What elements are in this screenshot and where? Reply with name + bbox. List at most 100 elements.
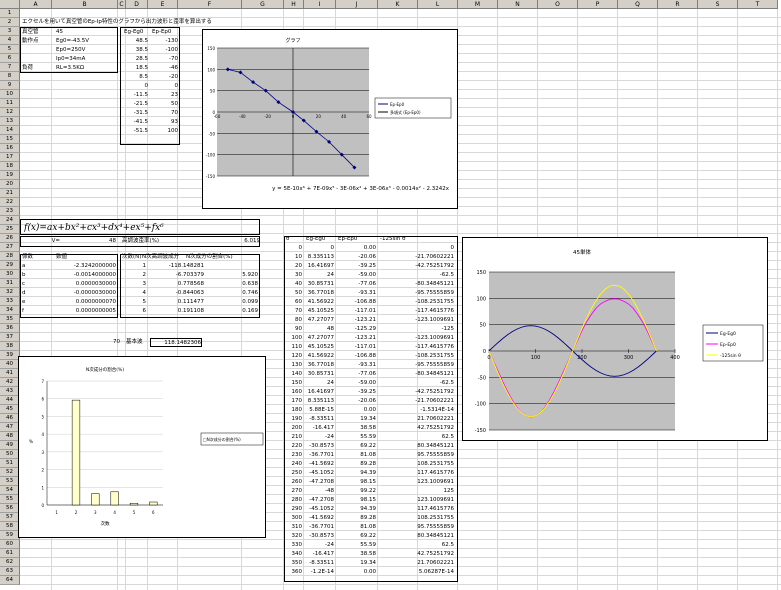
row-header-45[interactable]: 45	[0, 405, 20, 414]
egep-cell[interactable]: 0	[150, 82, 179, 91]
harm-order[interactable]: 5	[122, 298, 147, 307]
column-header-r[interactable]: R	[658, 0, 698, 9]
row-header-28[interactable]: 28	[0, 252, 20, 261]
theta-cell[interactable]: 50	[286, 289, 302, 298]
row-header-21[interactable]: 21	[0, 189, 20, 198]
theta-cell[interactable]: 48	[304, 325, 334, 334]
row-header-56[interactable]: 56	[0, 504, 20, 513]
theta-cell[interactable]: -47.2708	[304, 478, 334, 487]
formula[interactable]: f(x)=ax+bx²+cx³+dx⁴+ex⁵+fx⁶	[24, 222, 164, 234]
theta-header[interactable]: Ep-Ep0	[338, 235, 378, 244]
theta-cell[interactable]: -30.8573	[304, 532, 334, 541]
egep-cell[interactable]: -70	[150, 55, 178, 64]
theta-cell[interactable]: 117.4615776	[378, 469, 454, 478]
harm-ratio[interactable]	[206, 262, 258, 271]
column-header-s[interactable]: S	[698, 0, 738, 9]
coef-name[interactable]: e	[22, 298, 50, 307]
theta-cell[interactable]: 40	[286, 280, 302, 289]
theta-cell[interactable]: 108.2531755	[378, 514, 454, 523]
theta-cell[interactable]: 47.27077	[304, 334, 334, 343]
coef-name[interactable]: b	[22, 271, 50, 280]
theta-cell[interactable]: 42.75251792	[378, 550, 454, 559]
column-header-p[interactable]: P	[578, 0, 618, 9]
theta-cell[interactable]: 89.28	[336, 460, 376, 469]
row-header-10[interactable]: 10	[0, 90, 20, 99]
row-header-2[interactable]: 2	[0, 18, 20, 27]
coef-value[interactable]: 0.0000000005	[54, 307, 116, 316]
theta-cell[interactable]: 210	[286, 433, 303, 442]
harm-order[interactable]: 4	[122, 289, 147, 298]
theta-cell[interactable]: 36.77018	[304, 361, 334, 370]
theta-cell[interactable]: 330	[286, 541, 303, 550]
harm-component[interactable]: -6.703379	[148, 271, 204, 280]
param-label[interactable]: 動作点	[22, 37, 52, 46]
theta-cell[interactable]: 110	[286, 343, 303, 352]
row-header-5[interactable]: 5	[0, 45, 20, 54]
theta-cell[interactable]: 20	[286, 262, 302, 271]
row-header-57[interactable]: 57	[0, 513, 20, 522]
theta-cell[interactable]: -30.8573	[304, 442, 334, 451]
row-header-15[interactable]: 15	[0, 135, 20, 144]
theta-cell[interactable]: -20.06	[336, 397, 376, 406]
harm-ratio[interactable]: 0.746	[206, 289, 258, 298]
theta-cell[interactable]: -45.1052	[304, 505, 334, 514]
theta-cell[interactable]: -42.75251792	[378, 388, 454, 397]
egep-cell[interactable]: 0	[122, 82, 149, 91]
theta-cell[interactable]: 19.34	[336, 559, 376, 568]
param-value[interactable]: Eg0=-43.5V	[56, 37, 116, 46]
row-header-41[interactable]: 41	[0, 369, 20, 378]
theta-cell[interactable]: 41.56922	[304, 352, 334, 361]
theta-cell[interactable]: 0	[304, 244, 335, 253]
theta-cell[interactable]: -95.75555859	[378, 361, 454, 370]
row-header-4[interactable]: 4	[0, 36, 20, 45]
row-header-54[interactable]: 54	[0, 486, 20, 495]
theta-cell[interactable]: 24	[304, 379, 334, 388]
column-header-t[interactable]: T	[738, 0, 778, 9]
coef-name[interactable]: a	[22, 262, 50, 271]
row-header-64[interactable]: 64	[0, 576, 20, 585]
row-header-30[interactable]: 30	[0, 270, 20, 279]
harm-component[interactable]: -0.844063	[148, 289, 204, 298]
theta-cell[interactable]: -21.70602221	[378, 253, 454, 262]
theta-cell[interactable]: 30	[286, 271, 302, 280]
theta-cell[interactable]: 123.1009691	[378, 496, 454, 505]
waveform-chart[interactable]: 45単体 -150 -100 -50 0 50 100 150 0 100 200 300 400 Eg-…	[462, 237, 768, 441]
theta-cell[interactable]: -45.1052	[304, 469, 334, 478]
egep-cell[interactable]: -46	[150, 64, 178, 73]
row-header-29[interactable]: 29	[0, 261, 20, 270]
theta-cell[interactable]: 55.59	[336, 433, 376, 442]
theta-cell[interactable]: 38.58	[336, 550, 376, 559]
select-all-corner[interactable]	[0, 0, 20, 9]
theta-cell[interactable]: 100	[286, 334, 303, 343]
theta-header[interactable]: Eg-Eg0	[306, 235, 336, 244]
row-header-14[interactable]: 14	[0, 126, 20, 135]
harm-header[interactable]: N次高調波成分	[142, 253, 186, 262]
theta-cell[interactable]: 24	[304, 271, 334, 280]
row-header-26[interactable]: 26	[0, 234, 20, 243]
egep-cell[interactable]: -100	[150, 46, 178, 55]
coef-value[interactable]: -0.0000030000	[54, 289, 116, 298]
fund-name[interactable]: 基本波	[126, 338, 143, 347]
theta-cell[interactable]: 95.75555859	[378, 451, 454, 460]
row-header-6[interactable]: 6	[0, 54, 20, 63]
theta-cell[interactable]: 36.77018	[304, 289, 334, 298]
row-header-38[interactable]: 38	[0, 342, 20, 351]
coef-value[interactable]: -0.0014000000	[54, 271, 116, 280]
row-header-59[interactable]: 59	[0, 531, 20, 540]
egep-header[interactable]: Eg-Eg0	[124, 28, 148, 37]
theta-cell[interactable]: 94.39	[336, 469, 376, 478]
theta-cell[interactable]: -39.25	[336, 262, 376, 271]
theta-cell[interactable]: 150	[286, 379, 303, 388]
egep-cell[interactable]: 38.5	[122, 46, 148, 55]
row-header-60[interactable]: 60	[0, 540, 20, 549]
theta-cell[interactable]: 280	[286, 496, 303, 505]
harm-header[interactable]: N次成分の割合(%)	[186, 253, 258, 262]
theta-cell[interactable]: -123.21	[336, 334, 376, 343]
row-header-48[interactable]: 48	[0, 432, 20, 441]
row-header-34[interactable]: 34	[0, 306, 20, 315]
harm-order[interactable]: 3	[122, 280, 147, 289]
row-header-12[interactable]: 12	[0, 108, 20, 117]
theta-cell[interactable]: 19.34	[336, 415, 376, 424]
row-header-40[interactable]: 40	[0, 360, 20, 369]
row-header-23[interactable]: 23	[0, 207, 20, 216]
